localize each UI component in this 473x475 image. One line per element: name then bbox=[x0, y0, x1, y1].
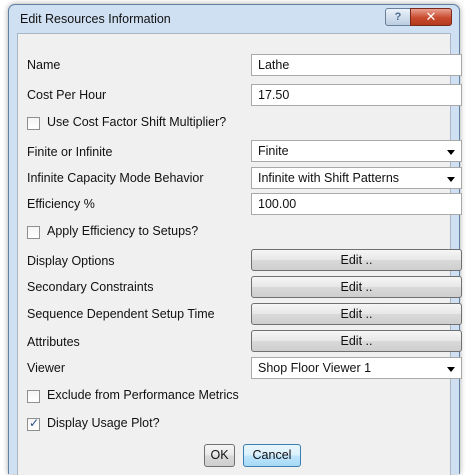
chevron-down-icon bbox=[447, 177, 455, 182]
dialog-client-area: Name Lathe Cost Per Hour 17.50 Use Cost … bbox=[17, 33, 462, 475]
attributes-edit-button[interactable]: Edit .. bbox=[251, 330, 462, 352]
window-title: Edit Resources Information bbox=[20, 12, 171, 26]
infinite-mode-select[interactable]: Infinite with Shift Patterns bbox=[251, 167, 462, 189]
close-icon: ✕ bbox=[425, 9, 437, 24]
exclude-metrics-label: Exclude from Performance Metrics bbox=[47, 388, 239, 402]
display-usage-plot-checkbox[interactable]: ✓ bbox=[27, 416, 40, 431]
ok-button[interactable]: OK bbox=[204, 444, 235, 467]
checkmark-icon: ✓ bbox=[29, 416, 40, 430]
name-label: Name bbox=[27, 58, 61, 72]
cost-per-hour-input[interactable]: 17.50 bbox=[251, 84, 462, 106]
infinite-mode-value: Infinite with Shift Patterns bbox=[258, 171, 400, 185]
use-cost-factor-checkbox[interactable] bbox=[27, 117, 40, 130]
display-options-edit-button[interactable]: Edit .. bbox=[251, 249, 462, 271]
name-input[interactable]: Lathe bbox=[251, 54, 462, 76]
efficiency-input[interactable]: 100.00 bbox=[251, 193, 462, 215]
use-cost-factor-label: Use Cost Factor Shift Multiplier? bbox=[47, 115, 227, 129]
sequence-setup-edit-button[interactable]: Edit .. bbox=[251, 303, 462, 325]
display-options-label: Display Options bbox=[27, 254, 115, 268]
help-icon: ? bbox=[394, 11, 402, 23]
chevron-down-icon bbox=[447, 150, 455, 155]
efficiency-label: Efficiency % bbox=[27, 197, 95, 211]
viewer-select[interactable]: Shop Floor Viewer 1 bbox=[251, 357, 462, 379]
finite-or-infinite-value: Finite bbox=[258, 144, 289, 158]
display-usage-plot-label: Display Usage Plot? bbox=[47, 416, 160, 430]
attributes-label: Attributes bbox=[27, 335, 80, 349]
viewer-value: Shop Floor Viewer 1 bbox=[258, 361, 372, 375]
cost-per-hour-label: Cost Per Hour bbox=[27, 88, 107, 102]
help-button[interactable]: ? bbox=[385, 8, 411, 26]
dialog-window: Edit Resources Information ? ✕ Name Lath… bbox=[8, 4, 462, 475]
viewer-label: Viewer bbox=[27, 361, 65, 375]
chevron-down-icon bbox=[447, 367, 455, 372]
finite-or-infinite-label: Finite or Infinite bbox=[27, 145, 113, 159]
cancel-button[interactable]: Cancel bbox=[243, 444, 301, 467]
exclude-metrics-checkbox[interactable] bbox=[27, 390, 40, 403]
infinite-mode-label: Infinite Capacity Mode Behavior bbox=[27, 171, 204, 185]
secondary-constraints-label: Secondary Constraints bbox=[27, 280, 154, 294]
sequence-setup-label: Sequence Dependent Setup Time bbox=[27, 307, 215, 321]
apply-efficiency-checkbox[interactable] bbox=[27, 226, 40, 239]
title-bar[interactable]: Edit Resources Information ? ✕ bbox=[9, 5, 459, 33]
secondary-constraints-edit-button[interactable]: Edit .. bbox=[251, 276, 462, 298]
close-button[interactable]: ✕ bbox=[410, 8, 452, 26]
finite-or-infinite-select[interactable]: Finite bbox=[251, 140, 462, 162]
apply-efficiency-label: Apply Efficiency to Setups? bbox=[47, 224, 199, 238]
